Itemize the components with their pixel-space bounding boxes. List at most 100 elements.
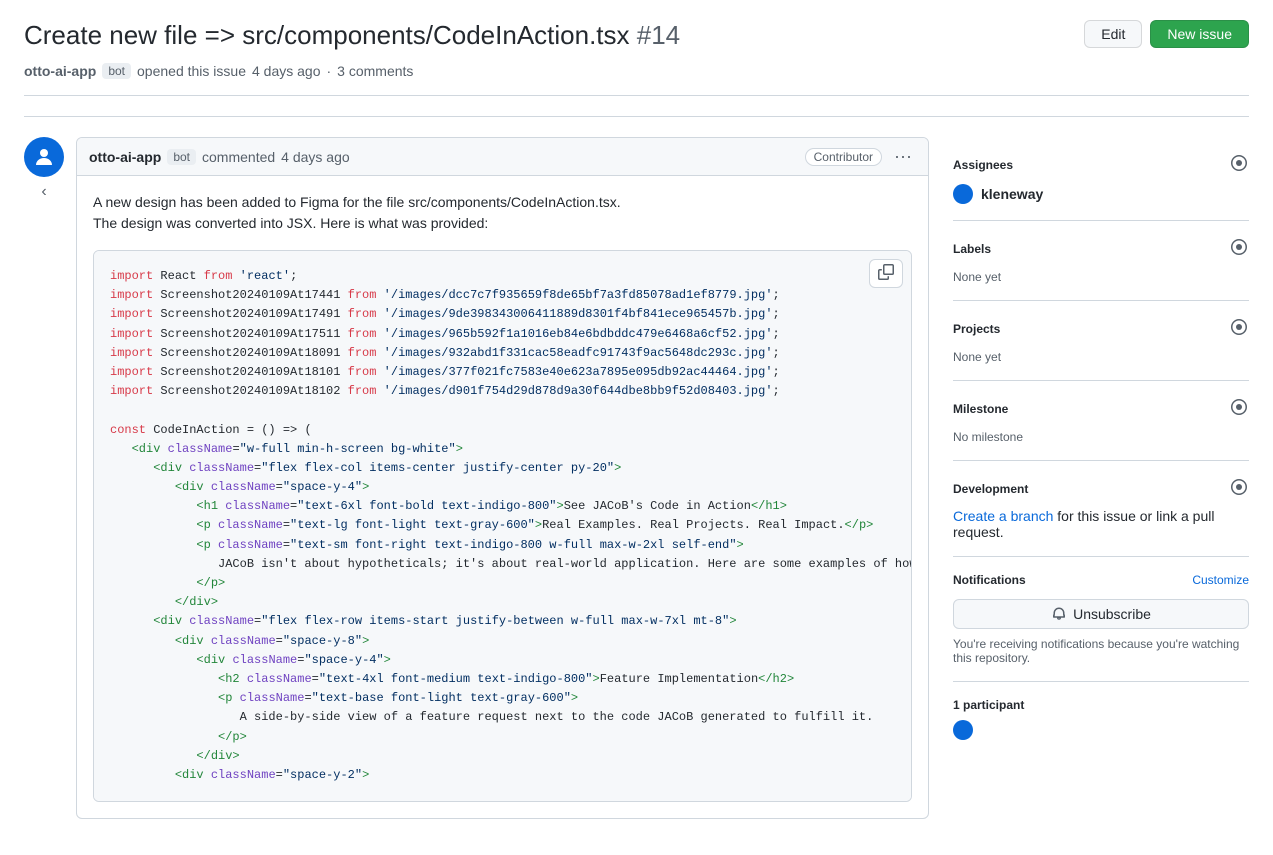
- code-line-const: const CodeInAction = () => (: [110, 421, 895, 440]
- labels-value: None yet: [953, 270, 1001, 284]
- comment-author-badge: bot: [167, 149, 196, 165]
- labels-gear-button[interactable]: [1229, 237, 1249, 260]
- notification-description: You're receiving notifications because y…: [953, 637, 1249, 665]
- comment-box: otto-ai-app bot commented 4 days ago Con…: [76, 137, 929, 819]
- code-line-blank: [110, 401, 895, 420]
- comment-count: 3 comments: [337, 63, 413, 79]
- comment-line1: A new design has been added to Figma for…: [93, 192, 912, 213]
- sidebar-projects: Projects None yet: [953, 301, 1249, 381]
- code-line-jsx11: <div className="space-y-8">: [110, 632, 895, 651]
- code-line-jsx16: </p>: [110, 728, 895, 747]
- assignees-gear-button[interactable]: [1229, 153, 1249, 176]
- customize-link[interactable]: Customize: [1192, 573, 1249, 587]
- comment-text: A new design has been added to Figma for…: [93, 192, 912, 234]
- development-header: Development: [953, 477, 1249, 500]
- code-line-jsx6: <p className="text-sm font-right text-in…: [110, 536, 895, 555]
- comment-line2: The design was converted into JSX. Here …: [93, 213, 912, 234]
- sidebar: Assignees kleneway Labels: [953, 137, 1249, 835]
- assignee-item: kleneway: [953, 184, 1249, 204]
- sidebar-milestone: Milestone No milestone: [953, 381, 1249, 461]
- notifications-title: Notifications: [953, 573, 1026, 587]
- collapse-button[interactable]: ‹: [37, 181, 50, 203]
- notifications-header: Notifications Customize: [953, 573, 1249, 587]
- code-line-jsx13: <h2 className="text-4xl font-medium text…: [110, 670, 895, 689]
- code-line-jsx2: <div className="flex flex-col items-cent…: [110, 459, 895, 478]
- milestone-title: Milestone: [953, 402, 1008, 416]
- code-line-2: import Screenshot20240109At17441 from '/…: [110, 286, 895, 305]
- unsubscribe-label: Unsubscribe: [1073, 606, 1151, 622]
- issue-title-text: Create new file => src/components/CodeIn…: [24, 20, 630, 50]
- comment-header-right: Contributor ···: [805, 146, 916, 167]
- header-divider: [24, 116, 1249, 117]
- code-line-jsx4: <h1 className="text-6xl font-bold text-i…: [110, 497, 895, 516]
- labels-header: Labels: [953, 237, 1249, 260]
- new-issue-button[interactable]: New issue: [1150, 20, 1249, 48]
- sidebar-development: Development Create a branch for this iss…: [953, 461, 1249, 557]
- assignee-name: kleneway: [981, 186, 1043, 202]
- assignees-title: Assignees: [953, 158, 1013, 172]
- header-actions: Edit New issue: [1084, 20, 1249, 48]
- development-title: Development: [953, 482, 1028, 496]
- code-line-3: import Screenshot20240109At17491 from '/…: [110, 305, 895, 324]
- sidebar-labels: Labels None yet: [953, 221, 1249, 301]
- code-line-1: import React from 'react';: [110, 267, 895, 286]
- issue-number: #14: [637, 20, 680, 50]
- sidebar-assignees: Assignees kleneway: [953, 137, 1249, 221]
- author-badge: bot: [102, 63, 131, 79]
- comment-time: 4 days ago: [281, 149, 350, 165]
- code-line-jsx1: <div className="w-full min-h-screen bg-w…: [110, 440, 895, 459]
- assignee-avatar: [953, 184, 973, 204]
- code-line-jsx12: <div className="space-y-4">: [110, 651, 895, 670]
- copy-code-button[interactable]: [869, 259, 903, 288]
- comment-author: otto-ai-app: [89, 149, 161, 165]
- code-line-jsx15: A side-by-side view of a feature request…: [110, 708, 895, 727]
- comment-header-left: otto-ai-app bot commented 4 days ago: [89, 149, 350, 165]
- development-text: Create a branch for this issue or link a…: [953, 508, 1214, 540]
- participants-title: 1 participant: [953, 698, 1249, 712]
- code-line-jsx9: </div>: [110, 593, 895, 612]
- issue-author: otto-ai-app: [24, 63, 96, 79]
- contributor-badge: Contributor: [805, 148, 882, 166]
- code-line-7: import Screenshot20240109At18102 from '/…: [110, 382, 895, 401]
- sidebar-notifications: Notifications Customize Unsubscribe You'…: [953, 557, 1249, 682]
- projects-header: Projects: [953, 317, 1249, 340]
- participants-list: [953, 720, 1249, 740]
- comment-body: A new design has been added to Figma for…: [77, 176, 928, 818]
- code-line-jsx7: JACoB isn't about hypotheticals; it's ab…: [110, 555, 895, 574]
- code-line-jsx17: </div>: [110, 747, 895, 766]
- code-line-jsx3: <div className="space-y-4">: [110, 478, 895, 497]
- participant-avatar: [953, 720, 973, 740]
- code-block: import React from 'react'; import Screen…: [93, 250, 912, 802]
- more-options-button[interactable]: ···: [890, 146, 916, 167]
- issue-time: 4 days ago: [252, 63, 321, 79]
- issue-meta: otto-ai-app bot opened this issue 4 days…: [24, 63, 1249, 96]
- labels-title: Labels: [953, 242, 991, 256]
- projects-value: None yet: [953, 350, 1001, 364]
- edit-button[interactable]: Edit: [1084, 20, 1142, 48]
- sidebar-participants: 1 participant: [953, 682, 1249, 756]
- avatar: [24, 137, 64, 177]
- code-line-jsx14: <p className="text-base font-light text-…: [110, 689, 895, 708]
- content-area: ‹ otto-ai-app bot commented 4 days ago C…: [24, 137, 929, 835]
- issue-action: opened this issue: [137, 63, 246, 79]
- main-layout: ‹ otto-ai-app bot commented 4 days ago C…: [24, 137, 1249, 835]
- projects-gear-button[interactable]: [1229, 317, 1249, 340]
- assignees-header: Assignees: [953, 153, 1249, 176]
- issue-title: Create new file => src/components/CodeIn…: [24, 20, 1068, 51]
- code-line-4: import Screenshot20240109At17511 from '/…: [110, 325, 895, 344]
- projects-title: Projects: [953, 322, 1000, 336]
- comment-header: otto-ai-app bot commented 4 days ago Con…: [77, 138, 928, 176]
- unsubscribe-button[interactable]: Unsubscribe: [953, 599, 1249, 629]
- development-gear-button[interactable]: [1229, 477, 1249, 500]
- issue-header: Create new file => src/components/CodeIn…: [24, 20, 1249, 51]
- code-line-jsx8: </p>: [110, 574, 895, 593]
- code-line-5: import Screenshot20240109At18091 from '/…: [110, 344, 895, 363]
- code-line-jsx10: <div className="flex flex-row items-star…: [110, 612, 895, 631]
- milestone-gear-button[interactable]: [1229, 397, 1249, 420]
- milestone-value: No milestone: [953, 430, 1023, 444]
- create-branch-link[interactable]: Create a branch: [953, 508, 1053, 524]
- milestone-header: Milestone: [953, 397, 1249, 420]
- code-line-6: import Screenshot20240109At18101 from '/…: [110, 363, 895, 382]
- comment-action: commented: [202, 149, 275, 165]
- comment-container: ‹ otto-ai-app bot commented 4 days ago C…: [24, 137, 929, 819]
